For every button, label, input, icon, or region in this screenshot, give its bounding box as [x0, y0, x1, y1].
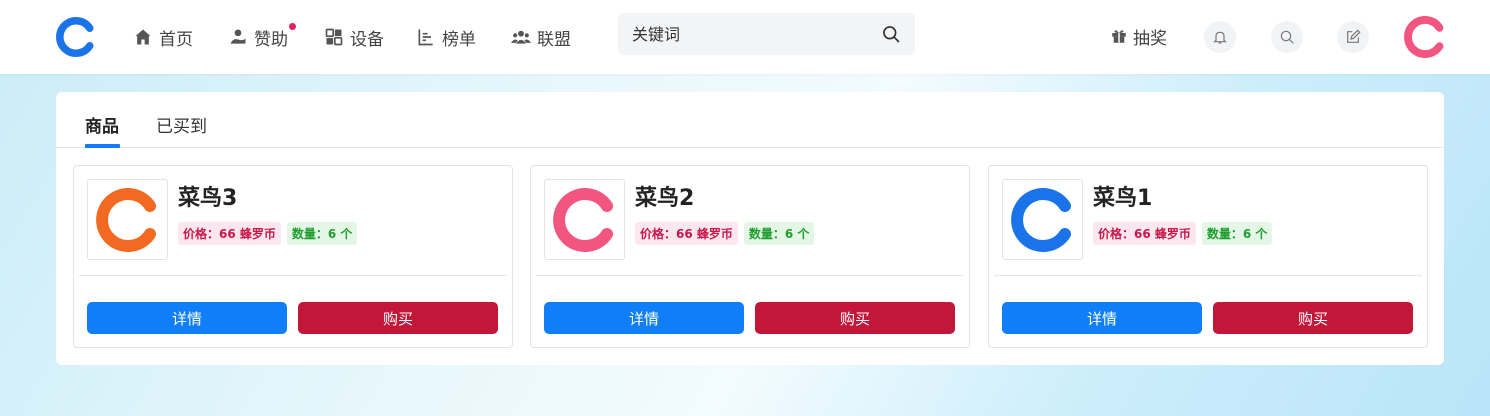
alliance-icon	[511, 30, 531, 44]
product-badges: 价格：66 蜂罗币 数量：6 个	[1093, 222, 1273, 245]
nav-home-label: 首页	[159, 29, 193, 50]
lottery-link[interactable]: 抽奖	[1110, 24, 1167, 49]
avatar[interactable]	[1404, 16, 1446, 58]
sponsor-icon	[230, 29, 246, 44]
edit-icon	[1347, 29, 1361, 43]
detail-button[interactable]: 详情	[87, 302, 287, 334]
product-card: 菜鸟1 价格：66 蜂罗币 数量：6 个 详情 购买	[988, 165, 1428, 348]
nav-sponsor[interactable]: 赞助	[228, 22, 296, 50]
detail-button[interactable]: 详情	[544, 302, 744, 334]
product-name: 菜鸟1	[1093, 186, 1153, 211]
buy-button[interactable]: 购买	[298, 302, 498, 334]
header-search-button[interactable]	[1271, 21, 1303, 53]
product-card: 菜鸟2 价格：66 蜂罗币 数量：6 个 详情 购买	[530, 165, 970, 348]
write-button[interactable]	[1337, 21, 1369, 53]
divider	[536, 275, 964, 276]
nav-ranking[interactable]: 榜单	[416, 24, 476, 50]
nav-devices-label: 设备	[350, 29, 384, 50]
divider	[79, 275, 507, 276]
notification-button[interactable]	[1204, 21, 1236, 53]
nav-ranking-label: 榜单	[442, 29, 476, 50]
search-icon	[1280, 30, 1294, 44]
detail-button[interactable]: 详情	[1002, 302, 1202, 334]
notification-dot	[289, 22, 296, 30]
lottery-label: 抽奖	[1133, 28, 1167, 49]
divider	[994, 275, 1422, 276]
product-badges: 价格：66 蜂罗币 数量：6 个	[635, 222, 815, 245]
nav-devices[interactable]: 设备	[324, 24, 384, 50]
nav-sponsor-label: 赞助	[254, 22, 296, 50]
buy-button[interactable]: 购买	[1213, 302, 1413, 334]
price-badge: 价格：66 蜂罗币	[635, 222, 738, 245]
price-badge: 价格：66 蜂罗币	[178, 222, 281, 245]
product-badges: 价格：66 蜂罗币 数量：6 个	[178, 222, 358, 245]
tab-products[interactable]: 商品	[85, 112, 119, 137]
product-panel: 商品 已买到 菜鸟3 价格：66 蜂罗币 数量：6 个 详情 购买 菜鸟2 价格…	[56, 92, 1444, 365]
home-icon	[135, 29, 151, 45]
product-name: 菜鸟2	[635, 186, 695, 211]
ranking-icon	[418, 29, 433, 46]
search-input[interactable]	[632, 24, 881, 44]
search-box	[618, 13, 915, 55]
quantity-badge: 数量：6 个	[1201, 222, 1273, 245]
product-card: 菜鸟3 价格：66 蜂罗币 数量：6 个 详情 购买	[73, 165, 513, 348]
product-logo-icon	[552, 187, 613, 252]
quantity-badge: 数量：6 个	[743, 222, 815, 245]
bell-icon	[1213, 31, 1227, 44]
product-name: 菜鸟3	[178, 186, 238, 211]
top-header: 首页 赞助 设备 榜单 联盟 抽奖	[0, 0, 1490, 74]
price-badge: 价格：66 蜂罗币	[1093, 222, 1196, 245]
nav-alliance[interactable]: 联盟	[511, 24, 571, 50]
buy-button[interactable]: 购买	[755, 302, 955, 334]
search-icon[interactable]	[881, 24, 901, 44]
gift-icon	[1112, 30, 1126, 43]
product-logo-icon	[95, 187, 156, 252]
nav-alliance-label: 联盟	[537, 29, 571, 50]
devices-icon	[325, 28, 343, 46]
tab-bar: 商品 已买到	[56, 92, 1444, 148]
tab-purchased[interactable]: 已买到	[156, 112, 207, 137]
product-thumbnail[interactable]	[544, 179, 625, 260]
product-thumbnail[interactable]	[1002, 179, 1083, 260]
site-logo[interactable]	[56, 16, 96, 58]
active-tab-indicator	[85, 144, 120, 148]
quantity-badge: 数量：6 个	[286, 222, 358, 245]
product-logo-icon	[1010, 187, 1071, 252]
product-thumbnail[interactable]	[87, 179, 168, 260]
nav-home[interactable]: 首页	[133, 24, 193, 50]
